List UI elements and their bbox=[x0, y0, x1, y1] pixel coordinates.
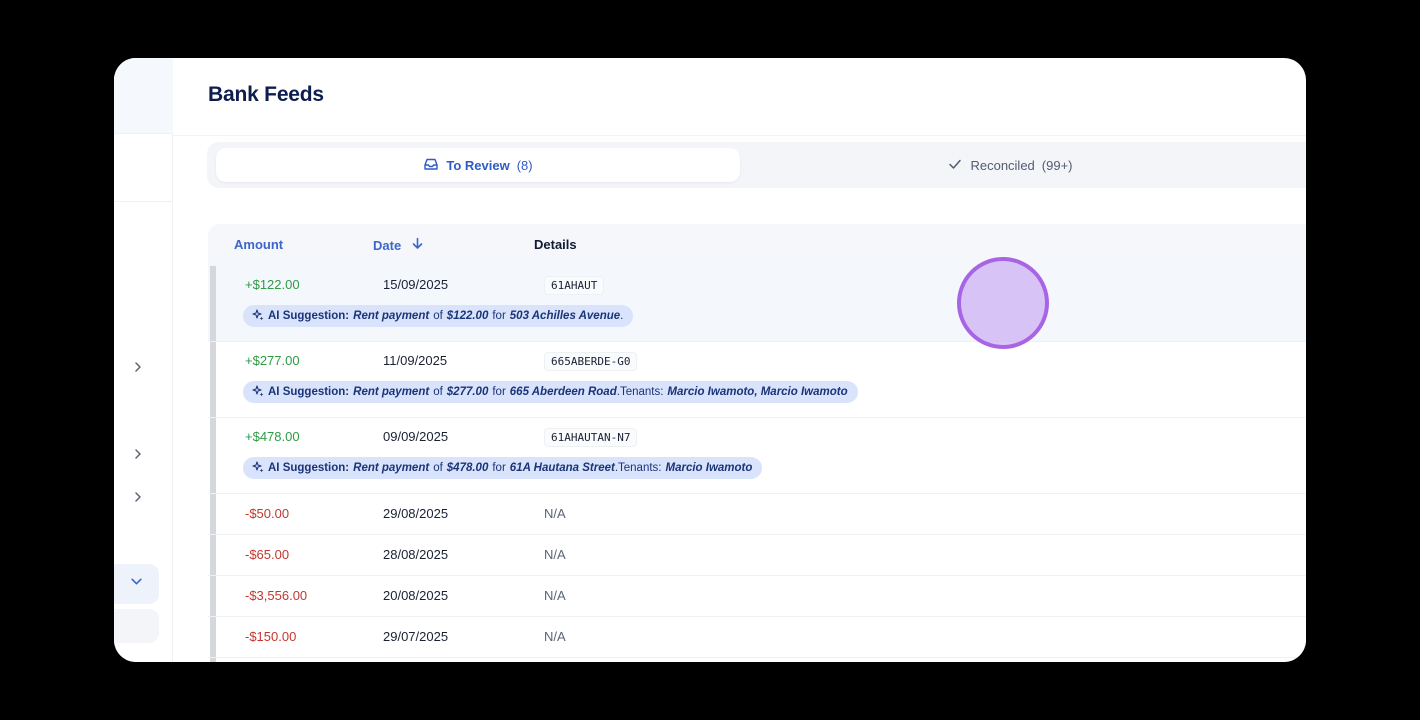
app-window: Bank Feeds To Review (8) Reconciled (99+… bbox=[114, 58, 1306, 662]
sidebar bbox=[114, 58, 173, 662]
table-row[interactable]: -$150.00 29/07/2025 N/A bbox=[208, 617, 1306, 658]
ai-property: 61A Hautana Street bbox=[509, 462, 615, 474]
ai-tenants: Marcio Iwamoto bbox=[665, 462, 753, 474]
row-status-bar bbox=[210, 494, 216, 534]
ai-suggestion-label: AI Suggestion: bbox=[268, 310, 350, 322]
row-amount: -$65.00 bbox=[245, 547, 290, 562]
ai-suggestion-badge[interactable]: AI Suggestion: Rent payment of $277.00 f… bbox=[243, 381, 858, 403]
ai-text: of bbox=[433, 386, 443, 398]
sidebar-subitem[interactable] bbox=[114, 609, 159, 643]
tab-count: (99+) bbox=[1041, 157, 1073, 173]
ai-property: 665 Aberdeen Road bbox=[509, 386, 617, 398]
ai-category: Rent payment bbox=[353, 310, 430, 322]
sparkle-icon bbox=[252, 308, 264, 324]
ai-amount: $478.00 bbox=[446, 462, 489, 474]
row-details: N/A bbox=[544, 506, 566, 521]
row-amount: +$277.00 bbox=[245, 353, 300, 368]
header-divider bbox=[173, 135, 1306, 136]
arrow-down-icon bbox=[411, 237, 424, 253]
table-row[interactable]: +$122.00 15/09/2025 61AHAUT AI Suggestio… bbox=[208, 266, 1306, 342]
chevron-down-icon bbox=[130, 575, 143, 593]
sidebar-expanded-item[interactable] bbox=[114, 564, 159, 604]
tab-label: Reconciled bbox=[970, 157, 1035, 173]
ai-property: 503 Achilles Avenue bbox=[509, 310, 621, 322]
cursor-highlight bbox=[957, 257, 1049, 349]
ai-amount: $277.00 bbox=[446, 386, 489, 398]
table-row[interactable]: +$478.00 09/09/2025 61AHAUTAN-N7 AI Sugg… bbox=[208, 418, 1306, 494]
sidebar-header bbox=[114, 58, 173, 134]
row-status-bar bbox=[210, 576, 216, 616]
ai-suggestion-badge[interactable]: AI Suggestion: Rent payment of $122.00 f… bbox=[243, 305, 634, 327]
row-date: 29/08/2025 bbox=[383, 506, 449, 521]
row-reference: 61AHAUT bbox=[544, 276, 605, 295]
transactions-table: Amount Date Details +$122.00 15/09/2025 … bbox=[208, 224, 1306, 662]
row-amount: +$478.00 bbox=[245, 429, 300, 444]
table-row[interactable]: +$277.00 11/09/2025 665ABERDE-G0 AI Sugg… bbox=[208, 342, 1306, 418]
ai-text: for bbox=[492, 310, 506, 322]
ai-suggestion-label: AI Suggestion: bbox=[268, 386, 350, 398]
tab-reconciled[interactable]: Reconciled (99+) bbox=[740, 148, 1280, 182]
row-amount: -$150.00 bbox=[245, 629, 297, 644]
table-header: Amount Date Details bbox=[208, 224, 1306, 266]
row-amount: -$50.00 bbox=[245, 506, 290, 521]
ai-suggestion-label: AI Suggestion: bbox=[268, 462, 350, 474]
chevron-right-icon[interactable] bbox=[128, 487, 148, 507]
tab-to-review[interactable]: To Review (8) bbox=[216, 148, 740, 182]
tab-label: To Review bbox=[446, 157, 510, 173]
column-header-amount[interactable]: Amount bbox=[234, 237, 283, 252]
column-header-details: Details bbox=[534, 237, 577, 252]
column-header-date-label: Date bbox=[373, 237, 402, 253]
table-row[interactable]: -$3,556.00 20/08/2025 N/A bbox=[208, 576, 1306, 617]
ai-text: of bbox=[433, 310, 443, 322]
row-status-bar bbox=[210, 535, 216, 575]
row-status-bar bbox=[210, 418, 216, 493]
row-amount: +$122.00 bbox=[245, 277, 300, 292]
sparkle-icon bbox=[252, 460, 264, 476]
ai-tenants-label: Tenants: bbox=[619, 386, 664, 398]
row-details: N/A bbox=[544, 588, 566, 603]
row-reference: 61AHAUTAN-N7 bbox=[544, 428, 638, 447]
row-details: N/A bbox=[544, 547, 566, 562]
chevron-right-icon[interactable] bbox=[128, 444, 148, 464]
column-header-date[interactable]: Date bbox=[373, 237, 424, 253]
row-status-bar bbox=[210, 658, 216, 662]
ai-suggestion-badge[interactable]: AI Suggestion: Rent payment of $478.00 f… bbox=[243, 457, 763, 479]
table-row[interactable] bbox=[208, 658, 1306, 662]
row-date: 15/09/2025 bbox=[383, 277, 449, 292]
ai-text: . bbox=[620, 310, 624, 322]
main-content: Bank Feeds To Review (8) Reconciled (99+… bbox=[173, 58, 1306, 662]
chevron-right-icon[interactable] bbox=[128, 357, 148, 377]
tab-bar: To Review (8) Reconciled (99+) bbox=[207, 142, 1306, 188]
check-icon bbox=[947, 156, 963, 175]
ai-amount: $122.00 bbox=[446, 310, 489, 322]
tab-count: (8) bbox=[516, 157, 533, 173]
ai-text: for bbox=[492, 462, 506, 474]
sidebar-divider bbox=[114, 201, 173, 202]
row-details: N/A bbox=[544, 629, 566, 644]
row-date: 28/08/2025 bbox=[383, 547, 449, 562]
page-title: Bank Feeds bbox=[208, 83, 324, 106]
table-row[interactable]: -$65.00 28/08/2025 N/A bbox=[208, 535, 1306, 576]
ai-category: Rent payment bbox=[353, 462, 430, 474]
row-reference: 665ABERDE-G0 bbox=[544, 352, 638, 371]
sparkle-icon bbox=[252, 384, 264, 400]
row-date: 11/09/2025 bbox=[383, 353, 448, 368]
ai-category: Rent payment bbox=[353, 386, 430, 398]
ai-text: for bbox=[492, 386, 506, 398]
table-row[interactable]: -$50.00 29/08/2025 N/A bbox=[208, 494, 1306, 535]
row-date: 09/09/2025 bbox=[383, 429, 449, 444]
row-date: 29/07/2025 bbox=[383, 629, 449, 644]
row-status-bar bbox=[210, 266, 216, 341]
row-date: 20/08/2025 bbox=[383, 588, 449, 603]
ai-tenants: Marcio Iwamoto, Marcio Iwamoto bbox=[667, 386, 848, 398]
row-amount: -$3,556.00 bbox=[245, 588, 308, 603]
row-status-bar bbox=[210, 342, 216, 417]
row-status-bar bbox=[210, 617, 216, 657]
inbox-icon bbox=[423, 156, 439, 175]
ai-tenants-label: Tenants: bbox=[618, 462, 662, 474]
ai-text: of bbox=[433, 462, 443, 474]
